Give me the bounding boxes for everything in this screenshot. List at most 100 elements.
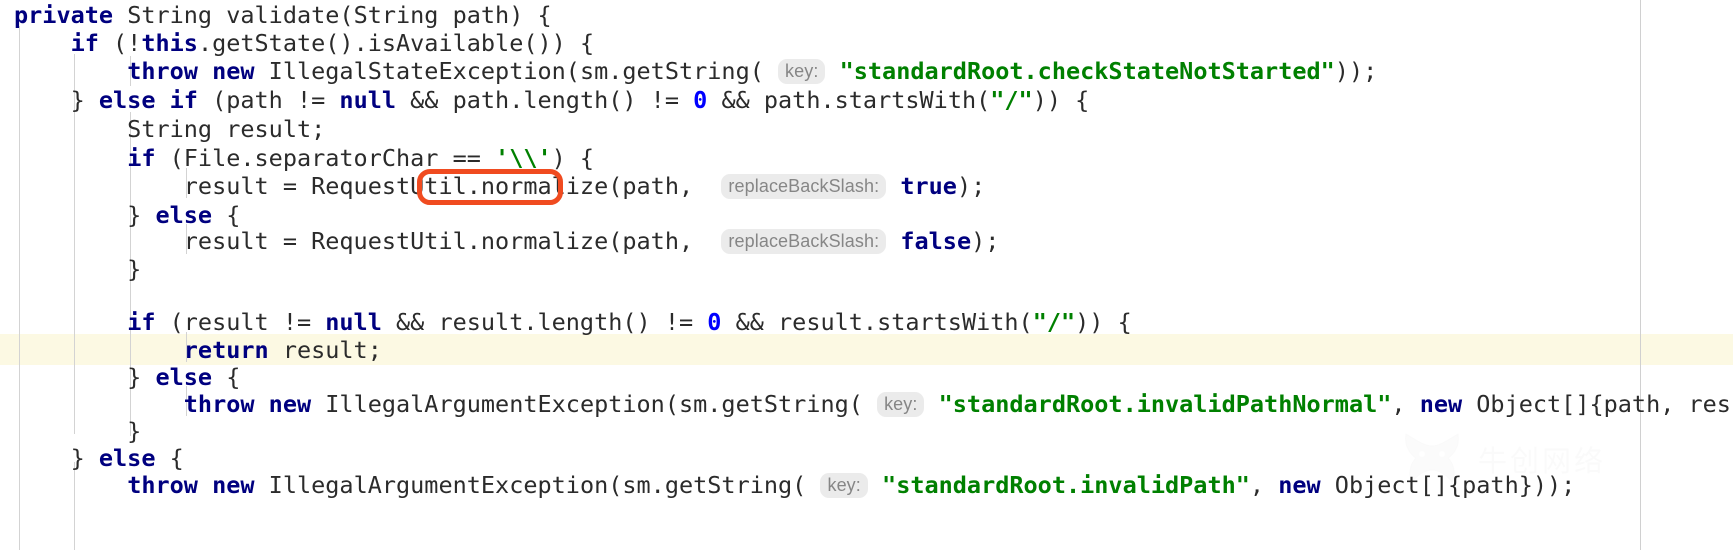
code-token-plain: { xyxy=(212,201,241,229)
code-token-plain: } xyxy=(14,255,142,283)
code-token-kw: else xyxy=(98,444,156,472)
code-token-plain: )) { xyxy=(1075,308,1132,336)
code-token-plain: } xyxy=(14,86,99,114)
code-token-num: 0 xyxy=(707,308,722,336)
code-token-plain: ); xyxy=(956,172,986,200)
code-token-plain: Object[]{path, resul xyxy=(1462,390,1733,418)
code-token-kw: null xyxy=(339,86,397,114)
code-line[interactable]: return result; xyxy=(14,335,382,365)
code-token-kw: else xyxy=(155,201,213,229)
code-token-kw: private xyxy=(14,1,114,29)
code-token-plain: IllegalArgumentException(sm.getString( xyxy=(254,471,807,499)
code-line[interactable]: throw new IllegalArgumentException(sm.ge… xyxy=(14,470,1575,500)
code-line[interactable]: result = RequestUtil.normalize(path, rep… xyxy=(14,226,1000,256)
code-line[interactable]: result = RequestUtil.normalize(path, rep… xyxy=(14,171,985,201)
code-token-plain: )); xyxy=(1334,57,1378,85)
code-line[interactable]: if (result != null && result.length() !=… xyxy=(14,307,1132,337)
code-token-kw: else if xyxy=(98,86,198,114)
code-token-kw: if xyxy=(127,144,156,172)
parameter-name-hint: replaceBackSlash: xyxy=(721,229,887,254)
code-token-plain: result = RequestUtil.normalize(path, xyxy=(14,172,694,200)
code-token-kw: null xyxy=(325,308,382,336)
code-token-plain: IllegalStateException(sm.getString( xyxy=(254,57,764,85)
code-token-plain: IllegalArgumentException(sm.getString( xyxy=(311,390,863,418)
parameter-name-hint: key: xyxy=(778,59,826,84)
code-token-kw: throw new xyxy=(127,57,255,85)
code-token-plain: (File.separatorChar == xyxy=(155,144,496,172)
code-token-plain: , xyxy=(1391,390,1420,418)
code-token-str: "standardRoot.checkStateNotStarted" xyxy=(839,57,1335,85)
code-token-plain: ) { xyxy=(551,144,595,172)
parameter-name-hint: key: xyxy=(820,473,868,498)
code-token-kw: else xyxy=(155,363,213,391)
code-token-plain: ); xyxy=(971,227,1000,255)
code-token-plain: } xyxy=(14,201,156,229)
code-line[interactable]: if (!this.getState().isAvailable()) { xyxy=(14,28,595,58)
code-line[interactable]: if (File.separatorChar == '\\') { xyxy=(14,143,594,173)
code-token-plain: { xyxy=(155,444,184,472)
code-token-plain: result = RequestUtil.normalize(path, xyxy=(14,227,694,255)
code-token-str: "standardRoot.invalidPath" xyxy=(882,471,1250,499)
code-token-plain: && result.startsWith( xyxy=(721,308,1033,336)
code-token-plain: } xyxy=(14,417,142,445)
code-token-str: '\\' xyxy=(495,144,552,172)
code-token-kw: if xyxy=(127,308,156,336)
code-token-plain: && result.length() != xyxy=(381,308,708,336)
code-token-kw: if xyxy=(70,29,99,57)
code-token-kw: false xyxy=(900,227,972,255)
code-token-plain: )) { xyxy=(1032,86,1090,114)
code-line[interactable]: } xyxy=(14,416,141,446)
code-token-plain: (! xyxy=(98,29,142,57)
code-line[interactable]: private String validate(String path) { xyxy=(14,0,552,30)
parameter-name-hint: key: xyxy=(877,392,925,417)
code-token-plain: { xyxy=(212,363,241,391)
code-token-plain: .getState().isAvailable()) { xyxy=(197,29,595,57)
code-token-kw: throw new xyxy=(127,471,255,499)
code-text-layer[interactable]: private String validate(String path) { i… xyxy=(0,0,1733,550)
code-token-plain: } xyxy=(14,363,156,391)
code-token-kw: new xyxy=(1278,471,1321,499)
code-line[interactable]: } else if (path != null && path.length()… xyxy=(14,85,1090,115)
code-editor-viewport[interactable]: 牛创网络 private String validate(String path… xyxy=(0,0,1733,550)
code-token-plain: String validate(String path) { xyxy=(113,1,552,29)
code-token-plain: (result != xyxy=(155,308,326,336)
code-token-plain: String result; xyxy=(14,115,326,143)
code-token-plain: && path.length() != xyxy=(396,86,694,114)
code-token-str: "standardRoot.invalidPathNormal" xyxy=(938,390,1392,418)
code-token-kw: this xyxy=(141,29,198,57)
code-token-kw: true xyxy=(900,172,957,200)
code-token-kw: throw new xyxy=(183,390,312,418)
code-token-plain: && path.startsWith( xyxy=(707,86,991,114)
code-token-kw: new xyxy=(1419,390,1463,418)
code-token-num: 0 xyxy=(693,86,708,114)
code-token-str: "/" xyxy=(1032,308,1076,336)
code-token-plain: Object[]{path})); xyxy=(1320,471,1576,499)
code-line[interactable]: } xyxy=(14,254,141,284)
code-line[interactable]: throw new IllegalArgumentException(sm.ge… xyxy=(14,389,1733,419)
code-line[interactable]: String result; xyxy=(14,114,325,144)
code-line[interactable]: throw new IllegalStateException(sm.getSt… xyxy=(14,56,1377,86)
code-token-str: "/" xyxy=(990,86,1033,114)
code-token-plain: } xyxy=(14,444,99,472)
code-token-kw: return xyxy=(183,336,269,364)
code-line[interactable]: } else { xyxy=(14,443,184,473)
code-token-plain: (path != xyxy=(197,86,340,114)
code-line[interactable]: } else { xyxy=(14,362,240,392)
